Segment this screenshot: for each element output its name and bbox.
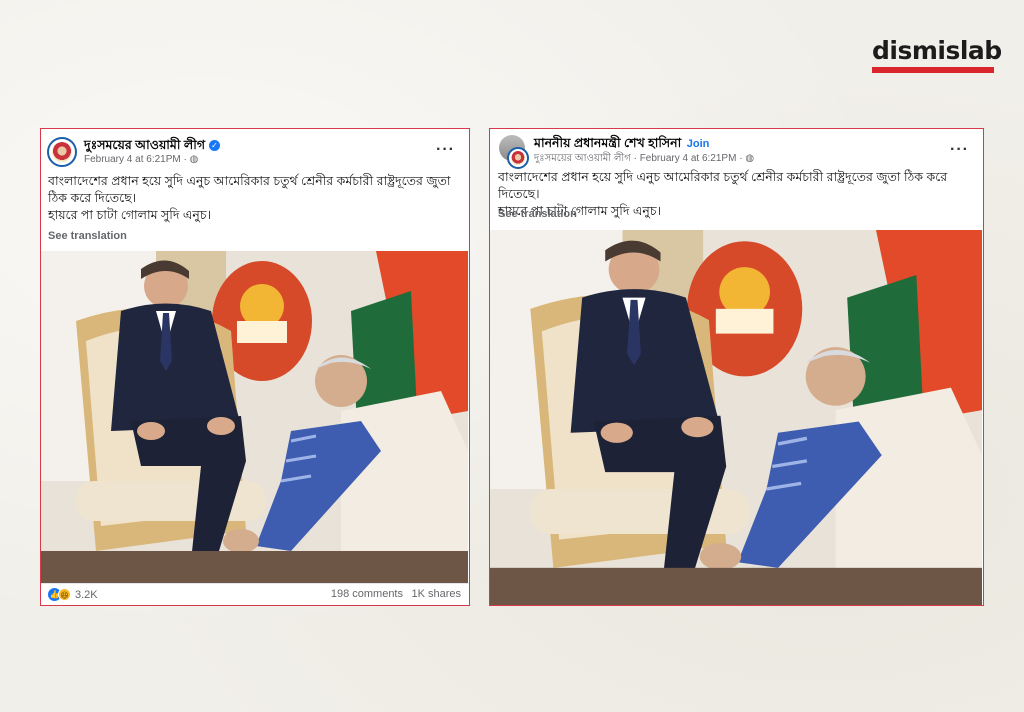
facebook-post-original: দুঃসময়ের আওয়ামী লীগ ✓ February 4 at 6:2…: [40, 128, 470, 606]
group-avatar-stack[interactable]: [499, 135, 529, 169]
verified-badge-icon: ✓: [209, 140, 221, 151]
post-footer: 👍😆 3.2K 198 comments 1K shares: [41, 583, 469, 605]
post-body-line-2: হায়রে পা চাটা গোলাম সুদি এনুচ।: [48, 208, 212, 222]
group-name-text[interactable]: মাননীয় প্রধানমন্ত্রী শেখ হাসিনা: [534, 136, 681, 150]
post-header: দুঃসময়ের আওয়ামী লীগ ✓ February 4 at 6:2…: [41, 129, 469, 171]
post-body-line-1: বাংলাদেশের প্রধান হয়ে সুদি এনুচ আমেরিকা…: [498, 170, 948, 201]
post-timestamp[interactable]: February 4 at 6:21PM ·: [84, 154, 190, 165]
see-translation-link[interactable]: See translation: [48, 230, 127, 242]
brand-wordmark: dismislab: [872, 36, 1002, 65]
post-body: বাংলাদেশের প্রধান হয়ে সুদি এনুচ আমেরিকা…: [48, 173, 468, 224]
post-timestamp[interactable]: · February 4 at 6:21PM ·: [634, 153, 746, 164]
post-meta: February 4 at 6:21PM · ◍: [84, 154, 198, 165]
more-options-icon[interactable]: ···: [436, 141, 455, 159]
shares-count[interactable]: 1K shares: [411, 588, 461, 600]
post-photo[interactable]: [490, 230, 982, 605]
comments-count[interactable]: 198 comments: [331, 588, 403, 600]
source-page-name[interactable]: দুঃসময়ের আওয়ামী লীগ: [534, 153, 631, 164]
reaction-count[interactable]: 3.2K: [75, 589, 98, 601]
brand-underline: [872, 67, 994, 73]
reactions-summary[interactable]: 👍😆 3.2K: [48, 588, 98, 601]
photo-illustration: [490, 230, 982, 605]
join-button[interactable]: Join: [687, 138, 710, 150]
post-header: মাননীয় প্রধানমন্ত্রী শেখ হাসিনা Join দু…: [490, 129, 983, 171]
more-options-icon[interactable]: ···: [950, 141, 969, 159]
post-body-line-1: বাংলাদেশের প্রধান হয়ে সুদি এনুচ আমেরিকা…: [48, 174, 451, 205]
haha-reaction-icon: 😆: [58, 588, 71, 601]
post-meta: দুঃসময়ের আওয়ামী লীগ · February 4 at 6:…: [534, 151, 754, 168]
page-name-text[interactable]: দুঃসময়ের আওয়ামী লীগ: [84, 138, 205, 152]
globe-icon: ◍: [745, 153, 755, 164]
post-photo[interactable]: [41, 251, 468, 584]
facebook-post-group-share: মাননীয় প্রধানমন্ত্রী শেখ হাসিনা Join দু…: [489, 128, 984, 606]
page-avatar[interactable]: [507, 147, 529, 169]
globe-icon: ◍: [189, 154, 199, 165]
see-translation-link[interactable]: See translation: [498, 208, 577, 220]
dismislab-logo: dismislab: [872, 36, 1002, 73]
page-avatar[interactable]: [47, 137, 77, 167]
photo-illustration: [41, 251, 468, 584]
